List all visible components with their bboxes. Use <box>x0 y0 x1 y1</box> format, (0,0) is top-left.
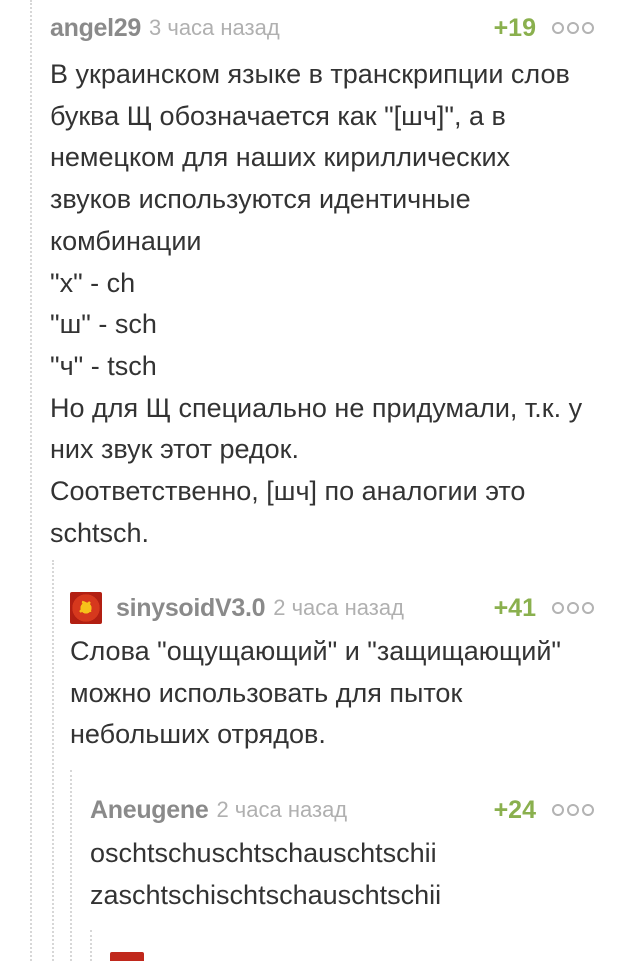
comment-line: Но для Щ специально не придумали, т.к. у <box>50 392 583 423</box>
comment-author[interactable]: Aneugene <box>90 796 209 825</box>
comment-time[interactable]: 2 часа назад <box>216 797 347 823</box>
comment-rating: +41 <box>493 593 536 622</box>
comment-time[interactable]: 3 часа назад <box>149 15 280 41</box>
comment-line: "ч" - tsch <box>50 350 157 381</box>
comment-line: них звук этот редок. <box>50 434 299 465</box>
comment-line: немецком для наших кириллических <box>50 142 511 173</box>
comment-line: oschtschuschtschauschtschii <box>90 838 437 868</box>
more-dots-icon[interactable] <box>552 602 594 614</box>
comment-line: Слова "ощущающий" и "защищающий" <box>70 636 561 666</box>
more-dots-icon[interactable] <box>552 22 594 34</box>
comment-line: небольших отрядов. <box>70 719 326 750</box>
comment-line: комбинации <box>50 225 202 256</box>
comment-header: sinysoidV3.0 2 часа назад +41 <box>70 588 594 628</box>
comment-time[interactable]: 2 часа назад <box>273 595 404 621</box>
comment-line: zaschtschischtschauschtschii <box>90 879 442 910</box>
comment-line: schtsch. <box>50 517 150 548</box>
comment: Aneugene 2 часа назад +24 oschtschuschts… <box>90 790 594 916</box>
next-comment-avatar[interactable] <box>110 952 144 961</box>
more-dots-icon[interactable] <box>552 804 594 816</box>
comment-body: oschtschuschtschauschtschii zaschtschisc… <box>90 833 594 916</box>
comment-line: можно использовать для пыток <box>70 677 463 708</box>
comment-body: Слова "ощущающий" и "защищающий" можно и… <box>70 631 594 756</box>
comment-line: "х" - ch <box>50 267 136 298</box>
comment-rating: +19 <box>493 13 536 42</box>
comment-header: Aneugene 2 часа назад +24 <box>90 790 594 830</box>
thread-line-level-3 <box>90 930 92 961</box>
comment-author[interactable]: sinysoidV3.0 <box>116 594 266 623</box>
comment-rating: +24 <box>493 795 536 824</box>
comment-line: "ш" - sch <box>50 309 157 340</box>
comment-line: В украинском языке в транскрипции слов <box>50 59 570 89</box>
comment-line: звуков используются идентичные <box>50 184 471 215</box>
comment-header: angel29 3 часа назад +19 <box>50 8 594 48</box>
comment-line: буква Щ обозначается как "[шч]", а в <box>50 100 506 131</box>
thread-line-level-0 <box>30 0 32 961</box>
thread-line-level-1 <box>52 560 54 961</box>
comment-author[interactable]: angel29 <box>50 14 141 43</box>
thread-line-level-2 <box>70 770 72 961</box>
avatar-icon[interactable] <box>70 592 102 624</box>
comment-line: Соответственно, [шч] по аналогии это <box>50 476 526 507</box>
comment-body: В украинском языке в транскрипции слов б… <box>50 54 594 554</box>
comment: sinysoidV3.0 2 часа назад +41 Слова "ощу… <box>70 588 594 756</box>
comment: angel29 3 часа назад +19 В украинском яз… <box>50 8 594 554</box>
